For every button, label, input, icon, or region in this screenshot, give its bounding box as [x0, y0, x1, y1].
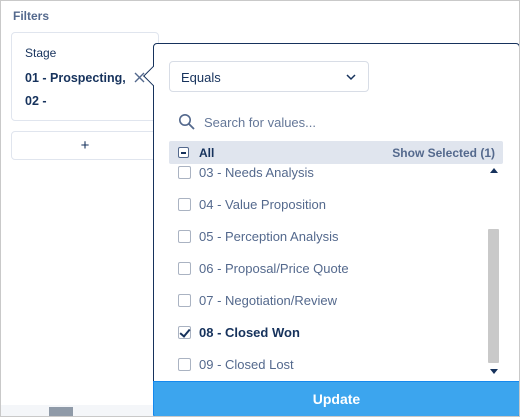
chevron-down-icon: [346, 74, 356, 81]
item-label: 08 - Closed Won: [199, 325, 300, 340]
item-checkbox[interactable]: [178, 294, 191, 307]
item-label: 06 - Proposal/Price Quote: [199, 261, 349, 276]
close-icon[interactable]: [134, 70, 145, 86]
item-label: 04 - Value Proposition: [199, 197, 326, 212]
operator-select[interactable]: Equals: [169, 61, 369, 92]
item-label: 07 - Negotiation/Review: [199, 293, 338, 308]
scroll-down-arrow-icon[interactable]: [490, 369, 498, 374]
item-checkbox[interactable]: [178, 358, 191, 371]
select-all-row[interactable]: All Show Selected (1): [169, 141, 503, 164]
list-item[interactable]: 08 - Closed Won: [169, 320, 491, 352]
select-all-checkbox[interactable]: [178, 147, 189, 158]
item-checkbox[interactable]: [178, 230, 191, 243]
scroll-up-arrow-icon[interactable]: [490, 168, 498, 173]
filter-value-line-2: 02 -: [25, 94, 47, 108]
item-checkbox[interactable]: [178, 166, 191, 179]
item-label: 03 - Needs Analysis: [199, 165, 314, 180]
filter-value-line-1: 01 - Prospecting,: [25, 71, 126, 85]
filter-field-label: Stage: [25, 46, 57, 60]
list-item[interactable]: 04 - Value Proposition: [169, 192, 491, 224]
show-selected-link[interactable]: Show Selected (1): [392, 146, 495, 160]
search-icon: [179, 114, 195, 130]
list-item[interactable]: 09 - Closed Lost: [169, 352, 491, 378]
search-box: [169, 106, 504, 138]
footer-mark: [49, 407, 73, 416]
item-checkbox[interactable]: [178, 262, 191, 275]
item-label: 09 - Closed Lost: [199, 357, 294, 372]
scroll-thumb[interactable]: [488, 229, 499, 363]
list-item[interactable]: 06 - Proposal/Price Quote: [169, 256, 491, 288]
footer-strip: [1, 405, 153, 416]
item-checkbox-checked[interactable]: [178, 326, 191, 339]
filters-title: Filters: [13, 9, 50, 23]
list-scrollbar[interactable]: [487, 164, 501, 378]
select-all-label: All: [199, 146, 215, 160]
filter-values-popover: Equals All Show Selected (1) 03 - Needs …: [143, 43, 519, 416]
search-input[interactable]: [204, 111, 494, 133]
list-item[interactable]: 07 - Negotiation/Review: [169, 288, 491, 320]
stage-filter-card[interactable]: Stage 01 - Prospecting, 02 -: [11, 32, 159, 121]
update-button[interactable]: Update: [153, 381, 519, 416]
close-icon-svg: [134, 72, 145, 83]
operator-value: Equals: [181, 70, 221, 85]
add-filter-button[interactable]: +: [11, 131, 159, 160]
list-item[interactable]: 03 - Needs Analysis: [169, 164, 491, 192]
list-item[interactable]: 05 - Perception Analysis: [169, 224, 491, 256]
values-list: 03 - Needs Analysis 04 - Value Propositi…: [169, 164, 491, 378]
item-checkbox[interactable]: [178, 198, 191, 211]
item-label: 05 - Perception Analysis: [199, 229, 339, 244]
filters-panel: Filters Stage 01 - Prospecting, 02 - + E…: [0, 0, 520, 417]
